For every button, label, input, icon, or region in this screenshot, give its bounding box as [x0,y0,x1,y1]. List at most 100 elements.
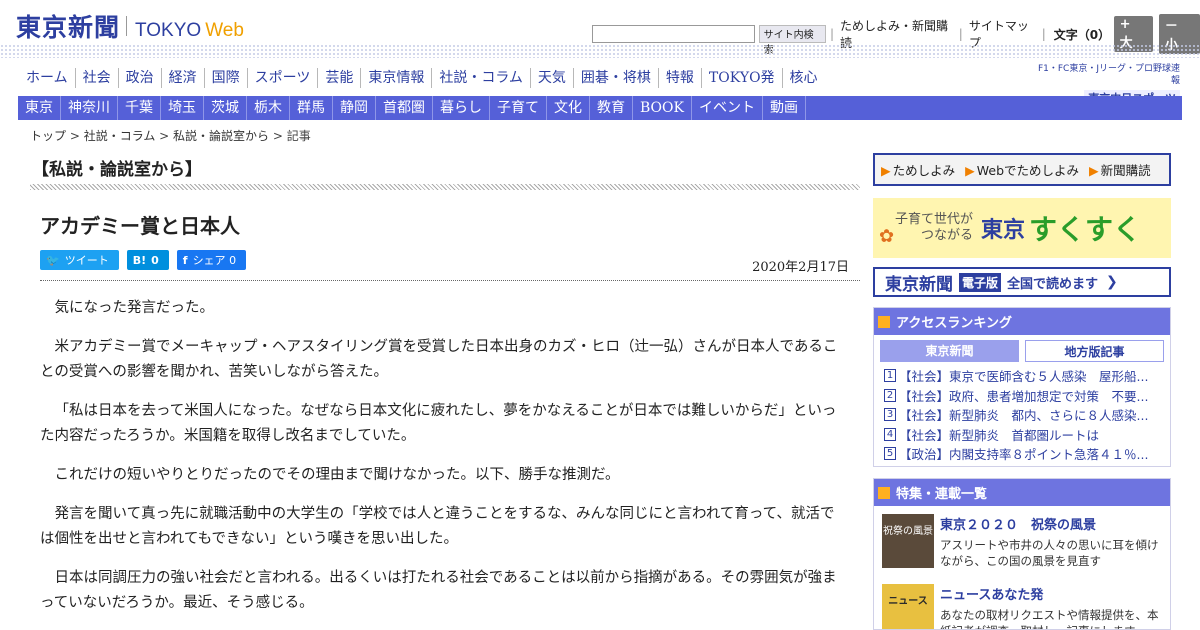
share-buttons: 🐦 ツイート B! 0 f シェア 0 [40,250,254,270]
ranking-item[interactable]: 5 【政治】内閣支持率８ポイント急落４１％... [884,444,1160,464]
digital-edition-name: 東京新聞 [885,274,953,295]
logo-divider [126,16,128,36]
feature-title: 東京２０２０ 祝祭の風景 [940,518,1097,533]
subnav-item[interactable]: BOOK [633,96,692,120]
ranking-item[interactable]: 3 【社会】新型肺炎 都内、さらに８人感染... [884,405,1160,425]
digital-edition-banner[interactable]: 東京新聞 電子版 全国で読めます ❯ [873,267,1171,297]
ranking-title: アクセスランキング [896,316,1012,331]
subnav-item[interactable]: 栃木 [247,96,290,120]
feature-title: ニュースあなた発 [940,588,1044,603]
nav-item-society[interactable]: 社会 [74,68,118,88]
nav-item-go-shogi[interactable]: 囲碁・将棋 [572,68,658,88]
chunichi-tagline: F1・FC東京・Jリーグ・プロ野球速報 [1037,64,1180,86]
link-divider: | [1041,27,1046,41]
features-header: 特集・連載一覧 [874,479,1170,506]
main-nav: ホーム 社会 政治 経済 国際 スポーツ 芸能 東京情報 社説・コラム 天気 囲… [18,68,825,88]
breadcrumb-section[interactable]: 私説・論説室から [173,129,269,143]
subnav-item[interactable]: 首都圏 [376,96,433,120]
rank-number: 2 [884,388,896,402]
subnav-item[interactable]: 茨城 [204,96,247,120]
article-paragraph: 日本は同調圧力の強い社会だと言われる。出るくいは打たれる社会であることは以前から… [40,570,837,611]
subnav-item[interactable]: 文化 [547,96,590,120]
subnav-item[interactable]: 群馬 [290,96,333,120]
ranking-item[interactable]: 1 【社会】東京で医師含む５人感染 屋形船... [884,366,1160,386]
nav-item-tokyo-hatsu[interactable]: TOKYO発 [700,68,782,88]
nav-item-home[interactable]: ホーム [18,68,75,88]
nav-item-entertainment[interactable]: 芸能 [317,68,360,88]
nav-item-editorial[interactable]: 社説・コラム [431,68,530,88]
subnav-item[interactable]: 千葉 [118,96,161,120]
web-trial-link[interactable]: ▶ Webでためしよみ [965,160,1079,179]
subnav-item[interactable]: 動画 [763,96,806,120]
sukusuku-banner[interactable]: ✿ 子育て世代が つながる 東京 すくすく [873,198,1171,258]
flower-icon: ✿ [879,226,895,247]
logo-en: TOKYO [135,20,202,41]
tab-tokyo-shimbun[interactable]: 東京新聞 [880,340,1019,362]
header: 東京新聞 TOKYO Web サイト内検索 | ためしよみ・新聞購読 | サイト… [0,0,1200,56]
nav-item-special[interactable]: 特報 [657,68,701,88]
feature-text: 東京２０２０ 祝祭の風景 アスリートや市井の人々の思いに耳を傾けながら、この国の… [940,514,1162,576]
trial-link-label: ためしよみ [892,163,956,178]
arrow-right-icon: ▶ [881,163,891,178]
ranking-item[interactable]: 4 【社会】新型肺炎 首都圏ルートは [884,425,1160,445]
tab-regional[interactable]: 地方版記事 [1024,340,1164,362]
digital-edition-badge: 電子版 [959,272,1002,292]
subscription-links: ▶ ためしよみ ▶ Webでためしよみ ▶ 新聞購読 [873,153,1171,186]
hatena-bookmark-button[interactable]: B! 0 [126,250,169,270]
search-input[interactable] [592,25,755,43]
nav-item-international[interactable]: 国際 [203,68,247,88]
facebook-label: シェア [192,254,226,267]
article-divider [40,280,860,281]
breadcrumb-top[interactable]: トップ [30,129,66,143]
rank-number: 1 [884,369,896,383]
bullet-icon [878,315,890,328]
nav-item-weather[interactable]: 天気 [529,68,573,88]
subscribe-link-side[interactable]: ▶ 新聞購読 [1089,160,1151,179]
feature-thumbnail: ニュース [882,584,934,629]
subnav-item[interactable]: 子育て [490,96,547,120]
features-title: 特集・連載一覧 [896,487,988,502]
facebook-icon: f [182,253,188,267]
subnav-item[interactable]: 静岡 [333,96,376,120]
link-divider: | [958,27,963,41]
sukusuku-tagline: 子育て世代が つながる [895,212,973,244]
sukusuku-brand-2: すくすく [1029,213,1142,246]
facebook-share-button[interactable]: f シェア 0 [176,250,247,270]
subnav-item[interactable]: 教育 [590,96,633,120]
subnav-item[interactable]: 東京 [18,96,61,120]
logo-jp: 東京新聞 [16,13,121,42]
subnav-item[interactable]: 神奈川 [61,96,118,120]
nav-item-tokyo-info[interactable]: 東京情報 [360,68,431,88]
access-ranking-panel: アクセスランキング 東京新聞 地方版記事 1 【社会】東京で医師含む５人感染 屋形… [873,307,1171,467]
tweet-button[interactable]: 🐦 ツイート [40,250,119,270]
rank-text: 【社会】政府、患者増加想定で対策 不要... [899,388,1149,404]
section-divider [30,184,860,190]
subscribe-link-label: 新聞購読 [1100,163,1151,178]
trial-link[interactable]: ▶ ためしよみ [881,160,955,179]
article-paragraph: これだけの短いやりとりだったのでその理由まで聞けなかった。以下、勝手な推測だ。 [54,467,620,483]
article-body: 気になった発言だった。 米アカデミー賞でメーキャップ・ヘアスタイリング賞を受賞し… [40,296,848,630]
article-date: 2020年2月17日 [752,260,849,275]
feature-text: ニュースあなた発 あなたの取材リクエストや情報提供を、本紙記者が調査・取材し、記… [940,584,1162,629]
breadcrumb-column[interactable]: 社説・コラム [84,129,156,143]
article-paragraph: 「私は日本を去って米国人になった。なぜなら日本文化に疲れたし、夢をかなえることが… [40,403,837,444]
site-logo[interactable]: 東京新聞 TOKYO Web [16,8,244,44]
arrow-right-icon: ▶ [1089,163,1099,178]
web-trial-link-label: Webでためしよみ [976,163,1080,178]
arrow-right-icon: ▶ [965,163,975,178]
ranking-item[interactable]: 2 【社会】政府、患者増加想定で対策 不要... [884,386,1160,406]
article-title: アカデミー賞と日本人 [40,214,240,238]
subnav-item[interactable]: 暮らし [433,96,490,120]
nav-item-politics[interactable]: 政治 [117,68,161,88]
twitter-icon: 🐦 [46,253,60,267]
subnav-item[interactable]: 埼玉 [161,96,204,120]
nav-item-core[interactable]: 核心 [781,68,825,88]
subnav-item[interactable]: イベント [692,96,763,120]
nav-item-sports[interactable]: スポーツ [246,68,318,88]
feature-item[interactable]: 祝祭の風景 東京２０２０ 祝祭の風景 アスリートや市井の人々の思いに耳を傾けなが… [882,514,1162,576]
feature-item[interactable]: ニュース ニュースあなた発 あなたの取材リクエストや情報提供を、本紙記者が調査・… [882,584,1162,629]
search-button[interactable]: サイト内検索 [758,25,826,56]
tweet-label: ツイート [64,254,109,267]
facebook-count: 0 [229,253,237,267]
nav-item-economy[interactable]: 経済 [160,68,204,88]
